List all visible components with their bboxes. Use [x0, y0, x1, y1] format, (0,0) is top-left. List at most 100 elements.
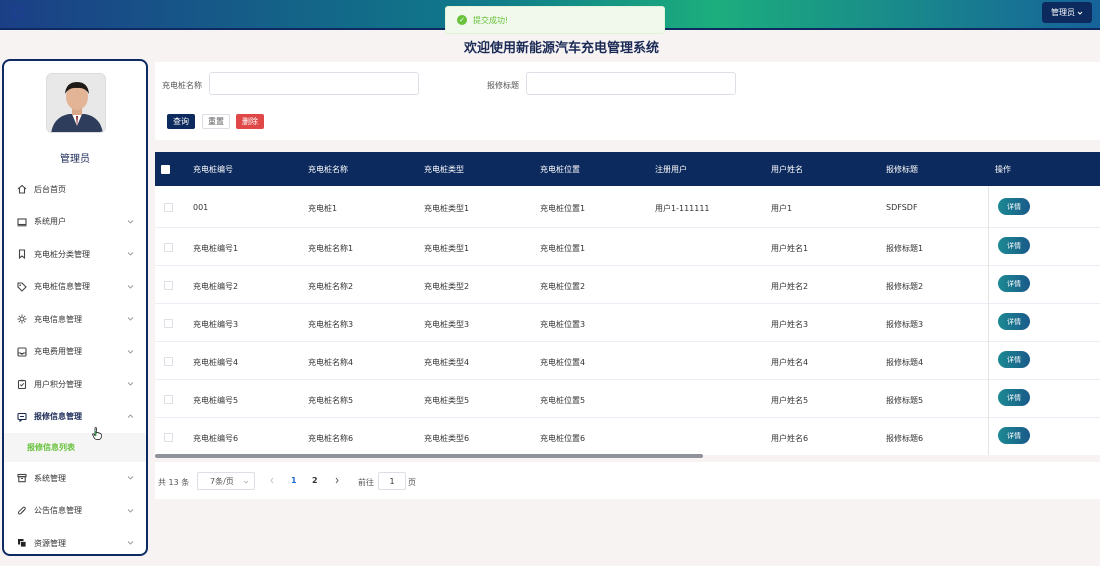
page-number-2[interactable]: 2 — [312, 476, 318, 485]
sidebar-item-system-users[interactable]: 系统用户 — [4, 206, 146, 239]
sidebar-item-system-manage[interactable]: 系统管理 — [4, 462, 146, 495]
chevron-down-icon — [127, 219, 134, 224]
select-all-checkbox[interactable] — [161, 165, 170, 174]
cell-pile-location: 充电桩位置6 — [540, 434, 586, 443]
sidebar-subitem-repair-list[interactable]: 报修信息列表 — [4, 433, 146, 462]
delete-button[interactable]: 删除 — [236, 114, 264, 129]
prev-page-icon[interactable] — [269, 477, 275, 484]
column-header: 充电桩位置 — [540, 165, 580, 174]
sidebar-item-label: 系统管理 — [34, 473, 66, 483]
paperclip-icon — [17, 506, 27, 516]
chevron-down-icon — [127, 541, 134, 545]
title-filter-input[interactable] — [526, 72, 736, 95]
admin-dropdown-button[interactable]: 管理员 — [1042, 2, 1092, 23]
table-row: 001 充电桩1 充电桩类型1 充电桩位置1 用户1-111111 用户1 SD… — [155, 186, 1100, 228]
sidebar-item-label: 报修信息管理 — [34, 412, 82, 422]
sidebar-item-label: 充电费用管理 — [34, 347, 82, 357]
name-filter-input[interactable] — [209, 72, 419, 95]
sidebar-subitem-label: 报修信息列表 — [27, 443, 75, 452]
row-checkbox[interactable] — [164, 319, 173, 328]
sidebar: 管理员 后台首页 系统用户 充电桩分类管理 充电桩信息管理 充电信息管理 充电费… — [2, 59, 148, 556]
sidebar-item-label: 用户积分管理 — [34, 379, 82, 389]
horizontal-scrollbar[interactable] — [155, 454, 703, 458]
detail-button[interactable]: 详情 — [998, 237, 1030, 254]
column-header: 用户姓名 — [771, 165, 803, 174]
monitor-icon — [17, 217, 27, 227]
cell-pile-code: 充电桩编号2 — [193, 282, 239, 291]
cell-pile-type: 充电桩类型4 — [424, 358, 470, 367]
detail-button[interactable]: 详情 — [998, 313, 1030, 330]
cell-pile-code: 充电桩编号4 — [193, 358, 239, 367]
sidebar-item-pile-category[interactable]: 充电桩分类管理 — [4, 238, 146, 271]
cell-pile-name: 充电桩名称3 — [308, 320, 354, 329]
cell-pile-name: 充电桩名称2 — [308, 282, 354, 291]
sidebar-item-user-points[interactable]: 用户积分管理 — [4, 368, 146, 401]
row-checkbox[interactable] — [164, 243, 173, 252]
goto-page-input[interactable]: 1 — [378, 472, 406, 490]
cell-pile-name: 充电桩名称6 — [308, 434, 354, 443]
detail-button[interactable]: 详情 — [998, 351, 1030, 368]
fixed-column-divider — [988, 186, 989, 455]
cell-user-name: 用户1 — [771, 204, 793, 213]
sidebar-item-charging-info[interactable]: 充电信息管理 — [4, 303, 146, 336]
archive-icon — [17, 473, 27, 483]
sidebar-item-announcement[interactable]: 公告信息管理 — [4, 495, 146, 528]
cell-pile-name: 充电桩名称5 — [308, 396, 354, 405]
repair-table: 充电桩编号 充电桩名称 充电桩类型 充电桩位置 注册用户 用户姓名 报修标题 操… — [155, 152, 1100, 455]
cell-pile-name: 充电桩1 — [308, 204, 338, 213]
chevron-down-icon — [127, 476, 134, 480]
pagination: 共 13 条 7条/页 1 2 前往 1 页 — [155, 462, 1100, 499]
cell-user-name: 用户姓名5 — [771, 396, 809, 405]
message-icon — [17, 412, 27, 422]
sidebar-item-pile-info[interactable]: 充电桩信息管理 — [4, 271, 146, 304]
sidebar-item-resources[interactable]: 资源管理 — [4, 527, 146, 554]
chevron-down-icon — [1077, 11, 1083, 15]
page-number-1[interactable]: 1 — [291, 476, 297, 485]
search-panel: 充电桩名称 报修标题 查询 重置 删除 — [155, 62, 1100, 140]
row-checkbox[interactable] — [164, 433, 173, 442]
total-count: 共 13 条 — [158, 478, 190, 487]
cell-pile-code: 001 — [193, 203, 209, 212]
cell-pile-code: 充电桩编号1 — [193, 244, 239, 253]
cell-pile-type: 充电桩类型3 — [424, 320, 470, 329]
cell-repair-title: 报修标题4 — [886, 358, 924, 367]
column-header: 充电桩名称 — [308, 165, 348, 174]
hand-cursor-icon — [92, 427, 102, 440]
sidebar-item-home[interactable]: 后台首页 — [4, 173, 146, 206]
row-checkbox[interactable] — [164, 281, 173, 290]
cell-repair-title: SDFSDF — [886, 203, 918, 212]
cell-pile-type: 充电桩类型1 — [424, 244, 470, 253]
column-header: 注册用户 — [655, 165, 687, 174]
detail-button[interactable]: 详情 — [998, 427, 1030, 444]
detail-button[interactable]: 详情 — [998, 389, 1030, 406]
cell-repair-title: 报修标题6 — [886, 434, 924, 443]
sidebar-item-repair-info[interactable]: 报修信息管理 — [4, 401, 146, 434]
cell-repair-title: 报修标题2 — [886, 282, 924, 291]
cell-pile-code: 充电桩编号3 — [193, 320, 239, 329]
chevron-down-icon — [127, 508, 134, 513]
check-circle-icon: ✓ — [457, 15, 467, 25]
row-checkbox[interactable] — [164, 357, 173, 366]
row-checkbox[interactable] — [164, 203, 173, 212]
cell-pile-location: 充电桩位置5 — [540, 396, 586, 405]
grid-menu-icon[interactable] — [11, 6, 24, 19]
bookmark-icon — [17, 249, 27, 260]
cell-pile-name: 充电桩名称1 — [308, 244, 354, 253]
cell-pile-location: 充电桩位置1 — [540, 244, 586, 253]
sidebar-item-charging-fee[interactable]: 充电费用管理 — [4, 336, 146, 369]
cell-user-name: 用户姓名4 — [771, 358, 809, 367]
home-icon — [17, 184, 27, 194]
cell-user-name: 用户姓名2 — [771, 282, 809, 291]
query-button[interactable]: 查询 — [167, 114, 195, 129]
next-page-icon[interactable] — [334, 477, 340, 484]
cell-pile-type: 充电桩类型5 — [424, 396, 470, 405]
detail-button[interactable]: 详情 — [998, 198, 1030, 215]
cell-user-name: 用户姓名1 — [771, 244, 809, 253]
detail-button[interactable]: 详情 — [998, 275, 1030, 292]
cell-pile-location: 充电桩位置2 — [540, 282, 586, 291]
cell-repair-title: 报修标题5 — [886, 396, 924, 405]
row-checkbox[interactable] — [164, 395, 173, 404]
page-size-select[interactable]: 7条/页 — [197, 472, 255, 490]
chevron-down-icon — [127, 284, 134, 289]
reset-button[interactable]: 重置 — [202, 114, 230, 129]
